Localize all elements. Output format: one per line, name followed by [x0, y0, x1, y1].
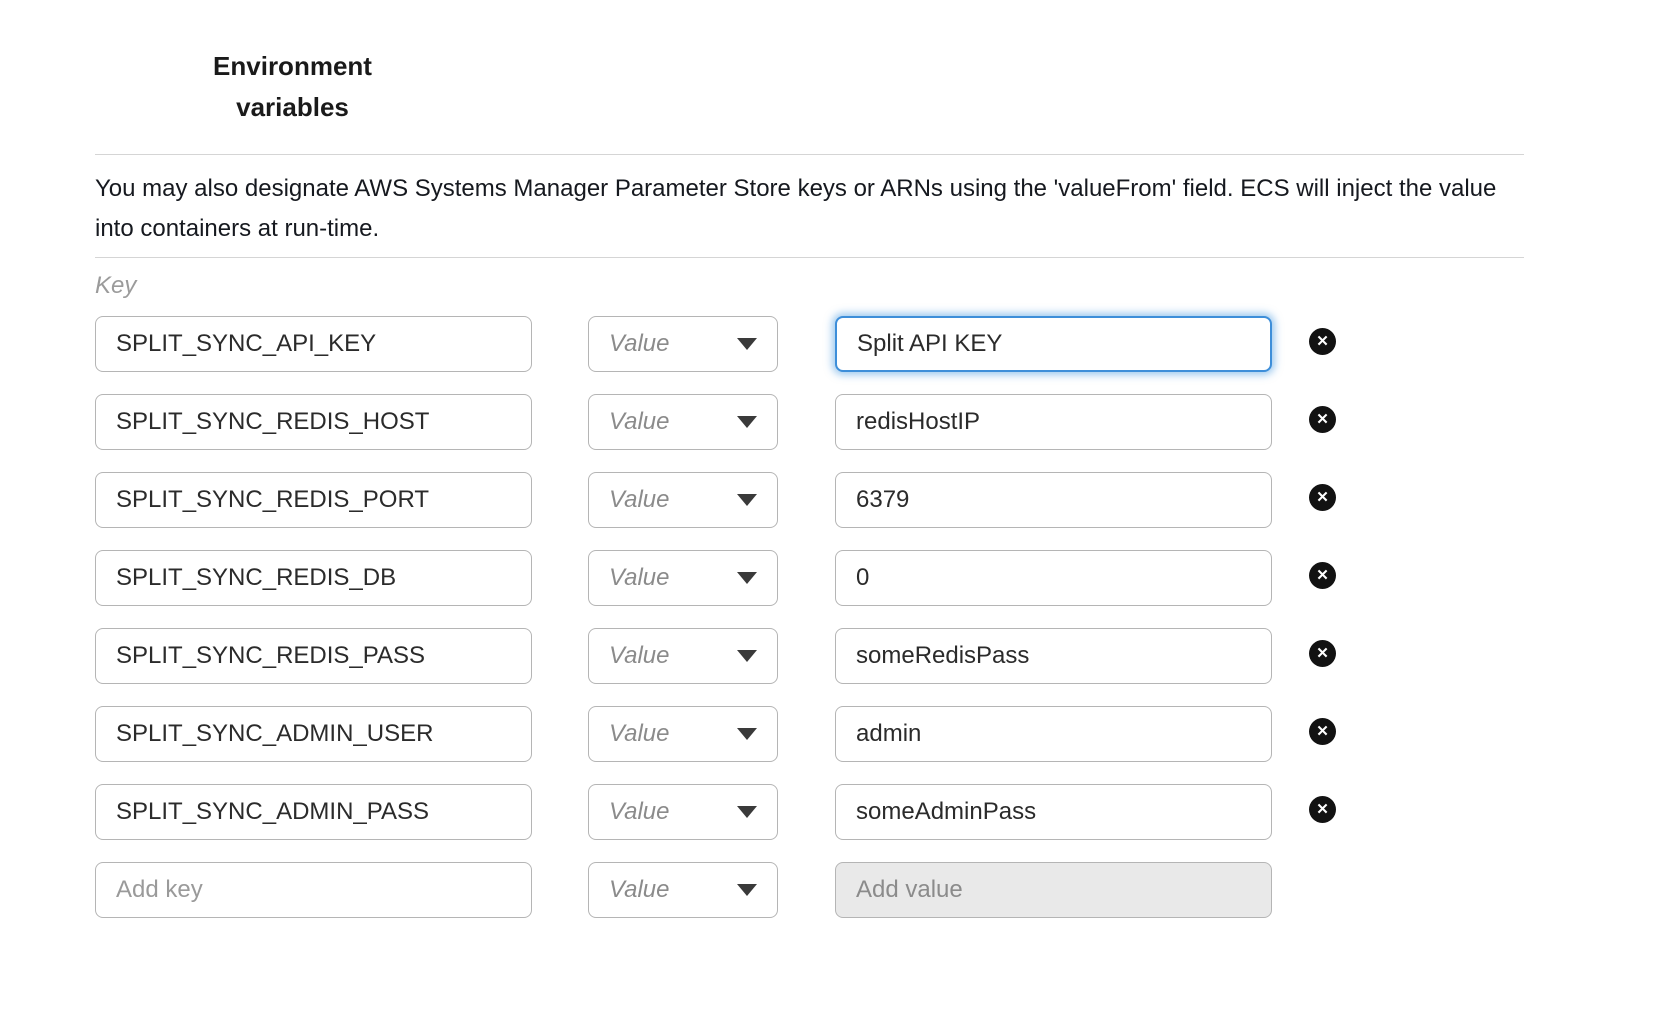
env-key-input[interactable]: [95, 316, 532, 372]
remove-row-button[interactable]: ✕: [1309, 640, 1336, 667]
env-var-row: Value ✕: [95, 706, 1678, 762]
value-type-label: Value: [609, 564, 670, 592]
value-type-label: Value: [609, 642, 670, 670]
env-key-input[interactable]: [95, 628, 532, 684]
value-type-label: Value: [609, 876, 670, 904]
env-var-row: Value ✕: [95, 472, 1678, 528]
caret-down-icon: [737, 728, 757, 740]
env-var-row: Value ✕: [95, 628, 1678, 684]
env-value-input[interactable]: [835, 550, 1272, 606]
value-type-label: Value: [609, 720, 670, 748]
value-type-label: Value: [609, 798, 670, 826]
env-value-input[interactable]: [835, 394, 1272, 450]
circle-x-icon: ✕: [1309, 484, 1336, 511]
value-type-select[interactable]: Value: [588, 394, 778, 450]
value-type-select[interactable]: Value: [588, 550, 778, 606]
divider-top: [95, 154, 1524, 155]
circle-x-icon: ✕: [1309, 328, 1336, 355]
env-value-input[interactable]: [835, 628, 1272, 684]
value-type-select[interactable]: Value: [588, 706, 778, 762]
env-key-input[interactable]: [95, 784, 532, 840]
circle-x-icon: ✕: [1309, 640, 1336, 667]
value-type-label: Value: [609, 486, 670, 514]
value-type-select[interactable]: Value: [588, 628, 778, 684]
env-value-input[interactable]: [835, 706, 1272, 762]
divider-mid: [95, 257, 1524, 258]
remove-row-button[interactable]: ✕: [1309, 406, 1336, 433]
circle-x-icon: ✕: [1309, 796, 1336, 823]
value-type-select[interactable]: Value: [588, 784, 778, 840]
circle-x-icon: ✕: [1309, 718, 1336, 745]
env-var-row: Value ✕: [95, 784, 1678, 840]
env-key-input[interactable]: [95, 394, 532, 450]
caret-down-icon: [737, 572, 757, 584]
add-key-input[interactable]: [95, 862, 532, 918]
caret-down-icon: [737, 338, 757, 350]
env-var-add-row: Value: [95, 862, 1678, 918]
value-type-select[interactable]: Value: [588, 316, 778, 372]
value-type-label: Value: [609, 408, 670, 436]
caret-down-icon: [737, 884, 757, 896]
value-type-select[interactable]: Value: [588, 472, 778, 528]
caret-down-icon: [737, 650, 757, 662]
remove-row-button[interactable]: ✕: [1309, 718, 1336, 745]
env-value-input[interactable]: [835, 472, 1272, 528]
circle-x-icon: ✕: [1309, 562, 1336, 589]
env-key-input[interactable]: [95, 706, 532, 762]
environment-variables-label: Environment variables: [185, 46, 400, 128]
add-value-input[interactable]: [835, 862, 1272, 918]
env-var-row: Value ✕: [95, 550, 1678, 606]
remove-row-button[interactable]: ✕: [1309, 562, 1336, 589]
key-column-header: Key: [95, 272, 1678, 300]
caret-down-icon: [737, 416, 757, 428]
env-value-input[interactable]: [835, 784, 1272, 840]
env-var-row: Value ✕: [95, 316, 1678, 372]
value-type-select[interactable]: Value: [588, 862, 778, 918]
env-key-input[interactable]: [95, 472, 532, 528]
env-value-input[interactable]: [835, 316, 1272, 372]
env-key-input[interactable]: [95, 550, 532, 606]
env-var-row: Value ✕: [95, 394, 1678, 450]
help-text: You may also designate AWS Systems Manag…: [95, 169, 1527, 249]
circle-x-icon: ✕: [1309, 406, 1336, 433]
remove-row-button[interactable]: ✕: [1309, 328, 1336, 355]
value-type-label: Value: [609, 330, 670, 358]
caret-down-icon: [737, 494, 757, 506]
caret-down-icon: [737, 806, 757, 818]
env-var-list: Value ✕ Value ✕ Value ✕ Value: [0, 316, 1678, 840]
remove-row-button[interactable]: ✕: [1309, 484, 1336, 511]
remove-row-button[interactable]: ✕: [1309, 796, 1336, 823]
